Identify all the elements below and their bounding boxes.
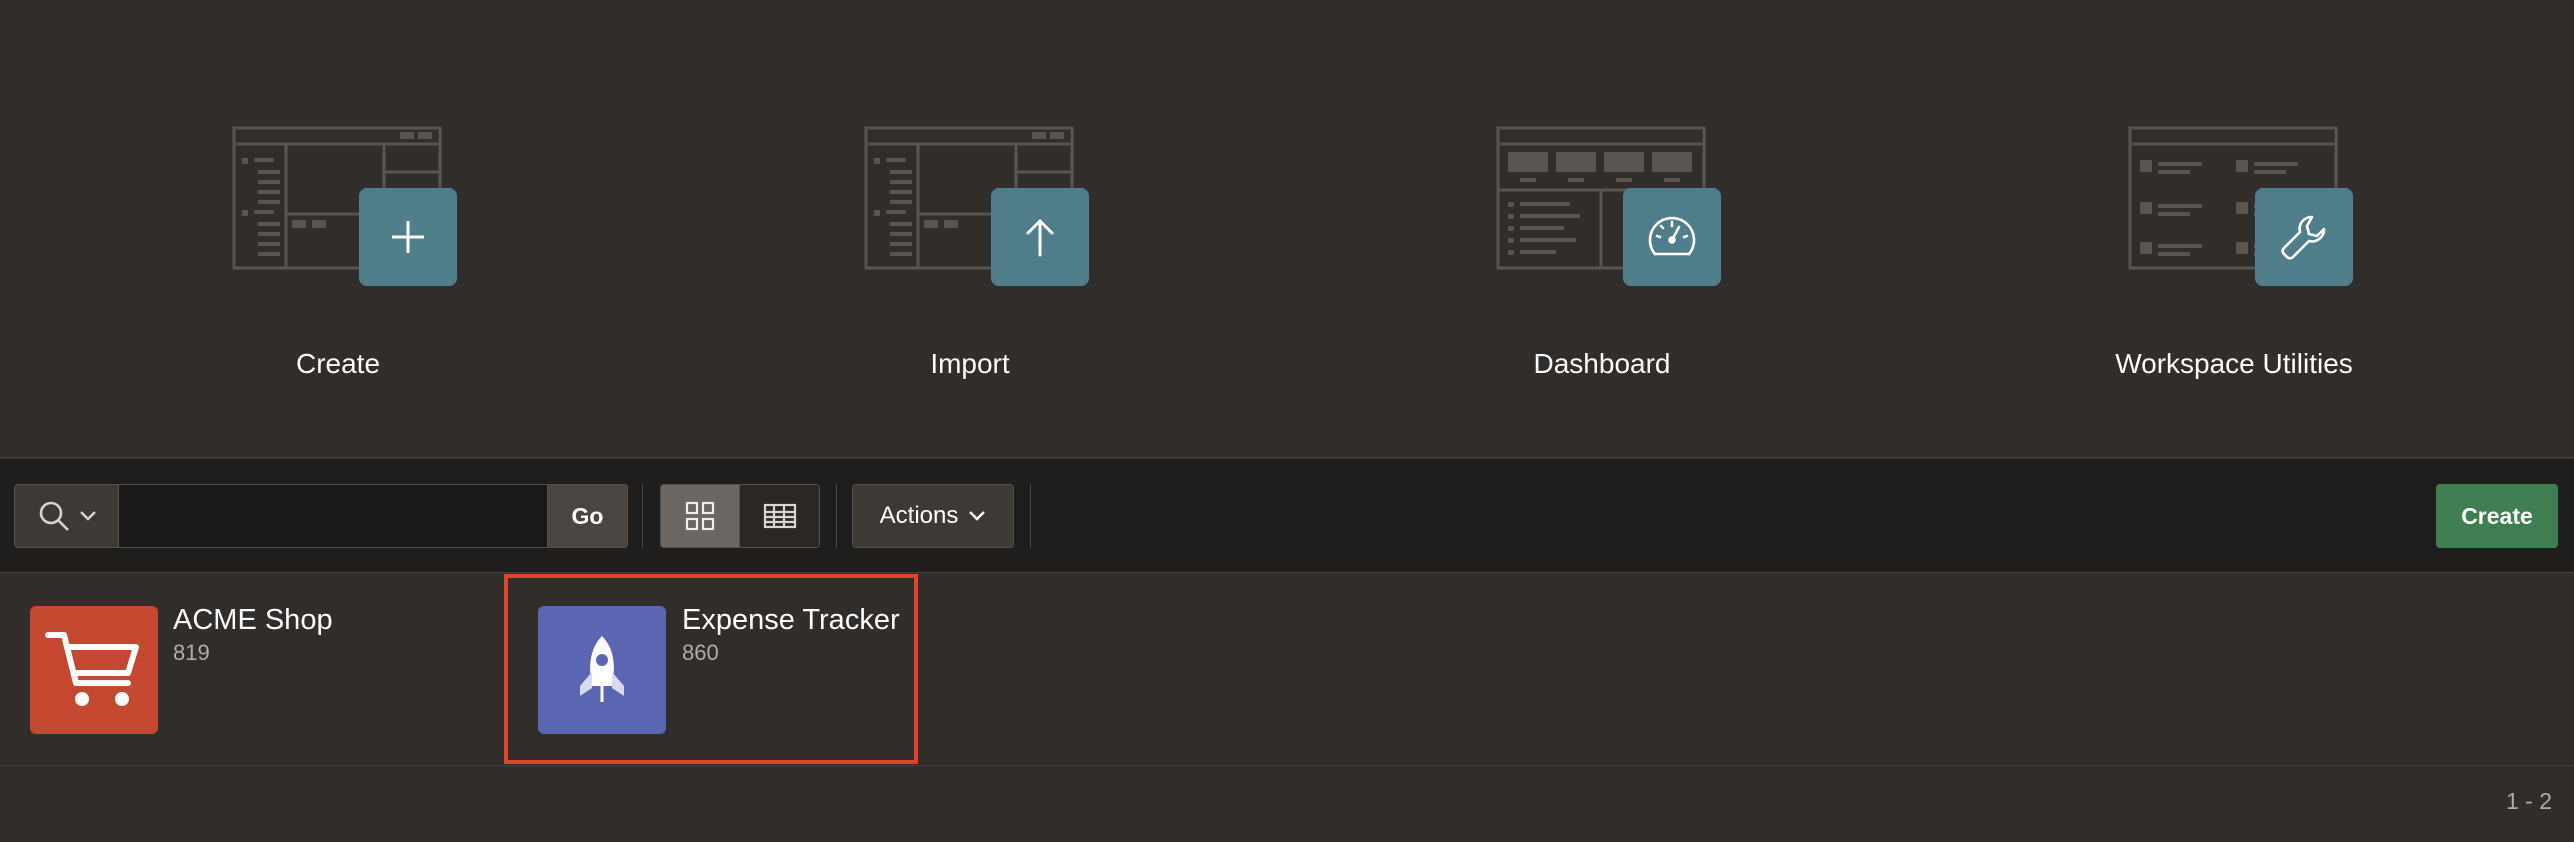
search-input[interactable] [118,484,548,548]
gauge-icon [1623,188,1721,286]
icon-view-button[interactable] [660,484,740,548]
app-id: 819 [173,640,210,665]
search-bar: Go [14,484,628,548]
import-card-label: Import [930,348,1010,379]
import-app-card[interactable]: Import [654,110,1286,410]
utilities-illustration [2128,126,2338,270]
create-card-label: Create [295,348,381,379]
dashboard-illustration [1496,126,1706,270]
plus-icon [359,188,457,286]
pagination-range: 1 - 2 [2505,788,2552,814]
page-template-illustration [232,126,442,270]
hero-panel: Create Import Dashboard Workspace Utilit… [0,0,2574,458]
create-button[interactable]: Create [2436,484,2558,548]
table-icon [763,503,796,529]
actions-menu-button[interactable]: Actions [852,484,1014,548]
chevron-down-icon [79,511,96,521]
search-column-menu-button[interactable] [14,484,118,548]
app-tile-acme-shop[interactable]: ACME Shop 819 [0,574,500,764]
workspace-utilities-card[interactable]: Workspace Utilities [1918,110,2550,410]
upload-arrow-icon [991,188,1089,286]
app-name: Expense Tracker [682,604,900,636]
view-switcher [660,484,820,548]
chevron-down-icon [969,511,986,521]
dashboard-card[interactable]: Dashboard [1286,110,1918,410]
app-tile-expense-tracker[interactable]: Expense Tracker 860 [504,574,918,764]
wrench-icon [2255,188,2353,286]
toolbar: Go Actions Create [0,459,2574,573]
application-list: ACME Shop 819 Expense Tracker 860 [0,574,2574,766]
shopping-cart-icon [30,606,158,734]
app-name: ACME Shop [173,604,333,636]
actions-label: Actions [879,502,959,529]
report-view-button[interactable] [740,484,820,548]
page-template-illustration [864,126,1074,270]
rocket-icon [538,606,666,734]
grid-icon [685,501,715,531]
app-id: 860 [682,640,719,665]
go-button[interactable]: Go [548,484,628,548]
toolbar-divider [836,484,837,548]
create-app-card[interactable]: Create [22,110,654,410]
toolbar-divider [642,484,643,548]
dashboard-card-label: Dashboard [1533,348,1671,379]
workspace-utilities-card-label: Workspace Utilities [2115,348,2353,379]
search-icon [39,501,69,531]
toolbar-divider [1030,484,1031,548]
